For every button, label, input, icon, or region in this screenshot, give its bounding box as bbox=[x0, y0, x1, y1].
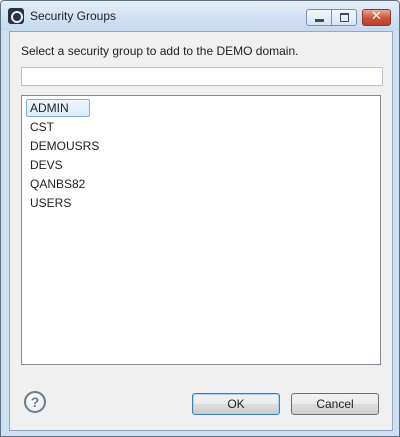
instruction-text: Select a security group to add to the DE… bbox=[21, 44, 299, 58]
maximize-button[interactable] bbox=[331, 9, 357, 26]
list-item-devs[interactable]: DEVS bbox=[26, 156, 67, 174]
close-icon: ✕ bbox=[371, 9, 382, 24]
title-bar[interactable]: Security Groups ✕ bbox=[1, 1, 399, 31]
filter-input[interactable] bbox=[21, 67, 383, 86]
ok-button[interactable]: OK bbox=[192, 393, 280, 415]
close-button[interactable]: ✕ bbox=[362, 9, 391, 26]
minimize-button[interactable] bbox=[306, 9, 332, 26]
list-item-cst[interactable]: CST bbox=[26, 118, 58, 136]
security-groups-dialog: Security Groups ✕ Select a security grou… bbox=[0, 0, 400, 437]
list-item-users[interactable]: USERS bbox=[26, 194, 75, 212]
window-title: Security Groups bbox=[30, 9, 117, 23]
list-item-demousrs[interactable]: DEMOUSRS bbox=[26, 137, 103, 155]
list-item-admin[interactable]: ADMIN bbox=[26, 99, 90, 117]
dialog-body: Select a security group to add to the DE… bbox=[9, 31, 393, 431]
help-icon[interactable]: ? bbox=[24, 391, 46, 413]
list-item-qanbs82[interactable]: QANBS82 bbox=[26, 175, 89, 193]
cancel-button[interactable]: Cancel bbox=[291, 393, 379, 415]
security-group-list[interactable]: ADMIN CST DEMOUSRS DEVS QANBS82 USERS bbox=[21, 95, 381, 365]
app-logo-icon bbox=[8, 8, 24, 24]
